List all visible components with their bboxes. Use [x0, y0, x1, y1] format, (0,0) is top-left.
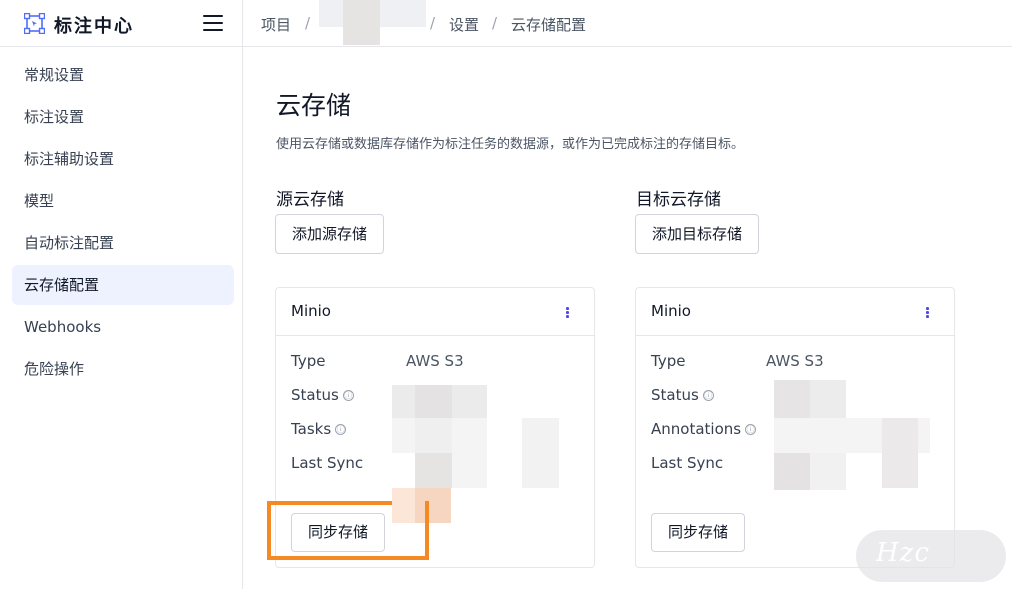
source-storage-title: 源云存储 [276, 190, 344, 210]
breadcrumb-current: 云存储配置 [511, 16, 587, 34]
status-label: Status [291, 386, 339, 404]
highlight-box [267, 501, 429, 560]
breadcrumb-separator: / [492, 14, 498, 32]
logo-icon [24, 13, 45, 34]
storage-name: Minio [651, 302, 691, 320]
sync-storage-button[interactable]: 同步存储 [651, 513, 746, 552]
sidebar-item-labeling-assist[interactable]: 标注辅助设置 [12, 139, 234, 179]
tasks-label-row: Tasks ⓘ [291, 420, 347, 438]
annotations-label-row: Annotations ⓘ [651, 420, 757, 438]
status-label-row: Status ⓘ [291, 386, 354, 404]
sidebar-item-model[interactable]: 模型 [12, 181, 234, 221]
type-value: AWS S3 [766, 352, 824, 370]
breadcrumb-settings[interactable]: 设置 [449, 14, 479, 35]
card-header: Minio [276, 288, 594, 336]
breadcrumb-separator: / [430, 14, 436, 32]
breadcrumb: 项目 / / 设置 / 云存储配置 [243, 0, 1012, 47]
page-title: 云存储 [276, 91, 352, 120]
hamburger-menu-icon[interactable] [203, 15, 223, 31]
sidebar-item-cloud-storage[interactable]: 云存储配置 [12, 265, 234, 305]
info-icon[interactable]: ⓘ [335, 424, 347, 435]
storage-name: Minio [291, 302, 331, 320]
breadcrumb-projects[interactable]: 项目 [261, 14, 291, 35]
more-options-icon[interactable] [555, 300, 579, 324]
breadcrumb-separator: / [305, 14, 311, 32]
status-label: Status [651, 386, 699, 404]
info-icon[interactable]: ⓘ [745, 424, 757, 435]
info-icon[interactable]: ⓘ [342, 390, 354, 401]
add-source-storage-button[interactable]: 添加源存储 [275, 214, 385, 254]
sidebar-item-labeling[interactable]: 标注设置 [12, 97, 234, 137]
watermark-text: Hzc [876, 538, 930, 568]
sidebar-item-general[interactable]: 常规设置 [12, 55, 234, 95]
highlight-box-top [267, 501, 392, 505]
annotations-label: Annotations [651, 420, 742, 438]
card-header: Minio [636, 288, 954, 336]
watermark: Hzc [856, 530, 1006, 582]
info-icon[interactable]: ⓘ [702, 390, 714, 401]
sidebar-item-danger-zone[interactable]: 危险操作 [12, 349, 234, 389]
target-storage-title: 目标云存储 [636, 190, 721, 210]
more-options-icon[interactable] [915, 300, 939, 324]
app-title: 标注中心 [54, 16, 134, 37]
type-label: Type [291, 352, 326, 370]
last-sync-label: Last Sync [291, 454, 364, 472]
tasks-label: Tasks [291, 420, 332, 438]
last-sync-label: Last Sync [651, 454, 724, 472]
sidebar-item-webhooks[interactable]: Webhooks [12, 307, 234, 347]
type-label: Type [651, 352, 686, 370]
page-description: 使用云存储或数据库存储作为标注任务的数据源，或作为已完成标注的存储目标。 [276, 137, 745, 152]
sidebar: 标注中心 常规设置 标注设置 标注辅助设置 模型 自动标注配置 云存储配置 We… [0, 0, 243, 589]
sidebar-nav: 常规设置 标注设置 标注辅助设置 模型 自动标注配置 云存储配置 Webhook… [12, 55, 234, 391]
sidebar-item-auto-labeling[interactable]: 自动标注配置 [12, 223, 234, 263]
type-value: AWS S3 [406, 352, 464, 370]
redacted-project-name [319, 0, 426, 45]
brand-header: 标注中心 [0, 0, 242, 47]
status-label-row: Status ⓘ [651, 386, 714, 404]
add-target-storage-button[interactable]: 添加目标存储 [635, 214, 760, 254]
